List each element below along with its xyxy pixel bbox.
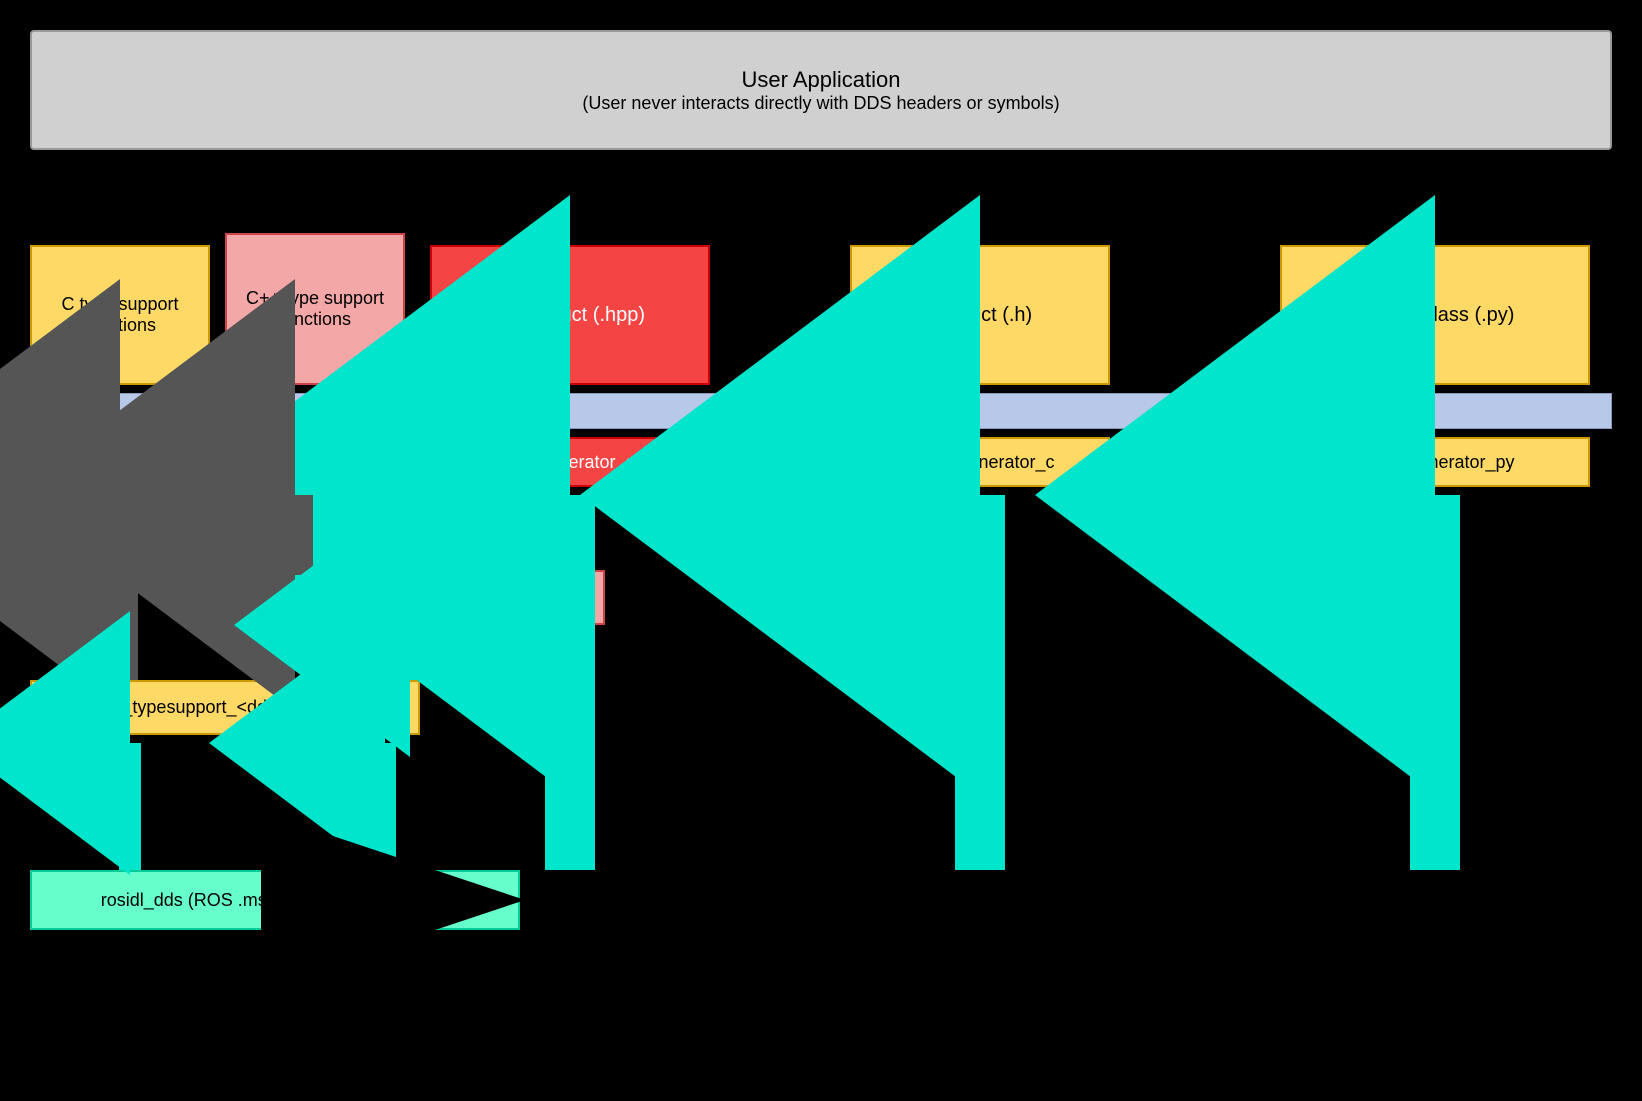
cpp-type-label: C++ type support functions	[235, 288, 395, 330]
idl-label-2: .idl	[370, 810, 393, 831]
python-class-box: Python class (.py)	[1280, 245, 1590, 385]
c-type-label: C type support functions	[40, 294, 200, 336]
typesupport-c-label: rosidl_typesupport_<dds_vendor>_c	[79, 697, 370, 718]
user-app-subtitle: (User never interacts directly with DDS …	[582, 93, 1059, 114]
typesupport-cpp-label: rosidl_typesupport_<dds_vendor>_cpp	[254, 587, 565, 608]
rosidl-dds-box: rosidl_dds (ROS .msg files -> DDS .idl f…	[30, 870, 520, 930]
idl-label-1: .idl	[115, 810, 138, 831]
c-struct-box: C struct (.h)	[850, 245, 1110, 385]
c-struct-label: C struct (.h)	[928, 304, 1032, 327]
c-type-box: C type support functions	[30, 245, 210, 385]
for-each-label: For each .msg	[763, 401, 878, 422]
msg-label-3: .msg	[1382, 760, 1421, 781]
generator-c-label: rosidl_generator_c	[905, 452, 1054, 473]
generator-cpp-box: rosidl_generator_cpp	[430, 437, 710, 487]
typesupport-c-box: rosidl_typesupport_<dds_vendor>_c	[30, 680, 420, 735]
dds-vendor-label: DDS Vendor Specific Funcs.	[86, 452, 313, 473]
dds-vendor-box: DDS Vendor Specific Funcs.	[30, 437, 370, 487]
cpp-type-box: C++ type support functions	[225, 233, 405, 385]
msg-label-1: .msg	[568, 760, 607, 781]
generator-py-box: rosidl_generator_py	[1280, 437, 1590, 487]
diagram: User Application (User never interacts d…	[0, 0, 1642, 1101]
cpp-struct-label: C++ struct (.hpp)	[495, 304, 645, 327]
user-app-title: User Application	[742, 67, 901, 93]
for-each-band: For each .msg	[30, 393, 1612, 429]
cpp-struct-box: C++ struct (.hpp)	[430, 245, 710, 385]
generator-c-box: rosidl_generator_c	[850, 437, 1110, 487]
msg-label-2: .msg	[962, 760, 1001, 781]
generator-cpp-label: rosidl_generator_cpp	[485, 452, 654, 473]
user-app-box: User Application (User never interacts d…	[30, 30, 1612, 150]
generator-py-label: rosidl_generator_py	[1355, 452, 1514, 473]
rosidl-dds-label: rosidl_dds (ROS .msg files -> DDS .idl f…	[101, 890, 450, 911]
arrows-svg	[0, 0, 1642, 1101]
typesupport-cpp-box: rosidl_typesupport_<dds_vendor>_cpp	[215, 570, 605, 625]
python-class-label: Python class (.py)	[1356, 304, 1515, 327]
